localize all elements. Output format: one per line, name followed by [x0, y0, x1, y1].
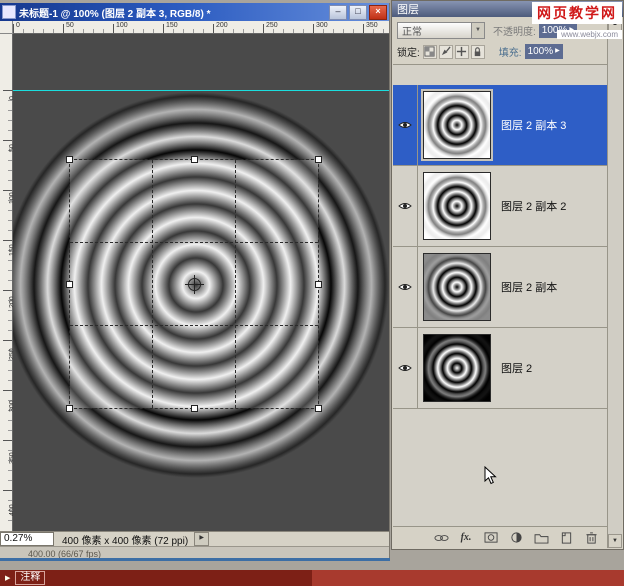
maximize-button[interactable]: □ [349, 4, 367, 20]
fill-label: 填充: [498, 48, 522, 59]
layer-row[interactable]: 图层 2 [393, 328, 607, 409]
fill-value: 100% [527, 46, 554, 57]
layer-thumbnail[interactable] [423, 172, 491, 240]
transform-selection[interactable] [66, 156, 322, 412]
ruler-label: 50 [66, 22, 74, 29]
visibility-toggle[interactable] [393, 166, 418, 246]
lock-pixels-icon[interactable] [438, 44, 453, 59]
layers-panel: 图层 × 正常 ▼ 不透明度: 100% ▶ 锁定: [391, 0, 624, 550]
new-layer-icon[interactable] [558, 530, 574, 545]
document-info: 400 像素 x 400 像素 (72 ppi) [62, 535, 189, 547]
visibility-toggle[interactable] [393, 247, 418, 327]
ruler-corner [0, 21, 13, 34]
window-title: 未标题-1 @ 100% (图层 2 副本 3, RGB/8) * [19, 8, 211, 20]
link-layers-icon[interactable] [433, 530, 449, 545]
chevron-down-icon[interactable]: ▼ [471, 23, 484, 38]
layer-style-icon[interactable]: fx. [458, 530, 474, 545]
layers-panel-toolbar: fx. [393, 526, 607, 548]
close-button[interactable]: × [369, 4, 387, 20]
annotation-label: 注释 [15, 571, 46, 585]
document-statusbar: 0.27% 400 像素 x 400 像素 (72 ppi) ▶ [0, 531, 389, 547]
photoshop-workspace: 未标题-1 @ 100% (图层 2 副本 3, RGB/8) * – □ × … [0, 0, 624, 586]
adjustment-layer-icon[interactable] [508, 530, 524, 545]
visibility-toggle[interactable] [393, 85, 418, 165]
transform-handle-sw[interactable] [66, 405, 73, 412]
layer-list: 图层 2 副本 3 图层 2 副本 2 图层 2 副本 图层 2 [393, 65, 607, 526]
window-bottom-edge [0, 558, 390, 561]
transform-reference-point[interactable] [185, 275, 204, 294]
layer-row[interactable]: 图层 2 副本 3 [393, 85, 607, 166]
transform-grid-line [152, 160, 153, 408]
eye-icon [398, 284, 412, 290]
layer-thumbnail[interactable] [423, 334, 491, 402]
ruler-label: 300 [316, 22, 328, 29]
zoom-field[interactable]: 0.27% [0, 532, 54, 546]
transform-handle-n[interactable] [191, 156, 198, 163]
lock-label: 锁定: [397, 48, 420, 59]
new-group-icon[interactable] [533, 530, 549, 545]
transform-handle-se[interactable] [315, 405, 322, 412]
fill-field[interactable]: 100% ▶ [524, 44, 563, 59]
ruler-label: 100 [116, 22, 128, 29]
layer-thumbnail[interactable] [423, 91, 491, 159]
layer-name[interactable]: 图层 2 副本 [501, 279, 557, 295]
watermark-title: 网页教学网 [532, 2, 622, 24]
lock-transparency-icon[interactable] [422, 44, 437, 59]
watermark-url: www.webjx.com [557, 30, 622, 39]
transform-handle-s[interactable] [191, 405, 198, 412]
eye-icon [398, 365, 412, 371]
chevron-right-icon: ▶ [555, 48, 560, 54]
ruler-label: 200 [216, 22, 228, 29]
layer-name[interactable]: 图层 2 [501, 360, 532, 376]
ruler-label: 0 [16, 22, 20, 29]
eye-icon [398, 203, 412, 209]
lock-all-icon[interactable] [470, 44, 485, 59]
layer-row[interactable]: 图层 2 副本 2 [393, 166, 607, 247]
transform-grid-line [70, 242, 318, 243]
document-icon [2, 5, 16, 19]
ruler-label: 350 [366, 22, 378, 29]
mouse-cursor [484, 466, 497, 485]
blend-mode-value: 正常 [402, 27, 422, 38]
play-icon[interactable]: ▶ [5, 574, 10, 582]
transform-handle-nw[interactable] [66, 156, 73, 163]
opacity-label: 不透明度: [493, 27, 536, 38]
cyan-guide-line[interactable] [13, 90, 389, 91]
ruler-label: 150 [166, 22, 178, 29]
vertical-ruler[interactable]: 0 50 100 150 200 250 300 350 400 [0, 34, 16, 531]
status-menu-button[interactable]: ▶ [194, 532, 210, 546]
document-window: 未标题-1 @ 100% (图层 2 副本 3, RGB/8) * – □ × … [0, 3, 390, 561]
ruler-label: 250 [266, 22, 278, 29]
transform-grid-line [235, 160, 236, 408]
horizontal-ruler[interactable]: 0 50 100 150 200 250 300 350 [13, 21, 389, 34]
panel-scrollbar[interactable]: ▲ ▼ [607, 17, 622, 548]
layer-row[interactable]: 图层 2 副本 [393, 247, 607, 328]
transform-handle-e[interactable] [315, 281, 322, 288]
layer-name[interactable]: 图层 2 副本 2 [501, 198, 566, 214]
layer-thumbnail[interactable] [423, 253, 491, 321]
transform-handle-w[interactable] [66, 281, 73, 288]
visibility-toggle[interactable] [393, 328, 418, 408]
layer-mask-icon[interactable] [483, 530, 499, 545]
delete-layer-icon[interactable] [583, 530, 599, 545]
layer-name[interactable]: 图层 2 副本 3 [501, 117, 566, 133]
annotation-bar: ▶ 注释 [0, 570, 624, 586]
lock-position-icon[interactable] [454, 44, 469, 59]
canvas-area[interactable] [13, 34, 389, 531]
eye-icon [398, 122, 412, 128]
transform-grid-line [70, 325, 318, 326]
minimize-button[interactable]: – [329, 4, 347, 20]
watermark: 网页教学网 www.webjx.com [532, 2, 622, 42]
transform-handle-ne[interactable] [315, 156, 322, 163]
titlebar[interactable]: 未标题-1 @ 100% (图层 2 副本 3, RGB/8) * – □ × [0, 3, 389, 21]
blend-mode-select[interactable]: 正常 ▼ [397, 22, 485, 39]
scroll-down-icon[interactable]: ▼ [608, 534, 622, 548]
